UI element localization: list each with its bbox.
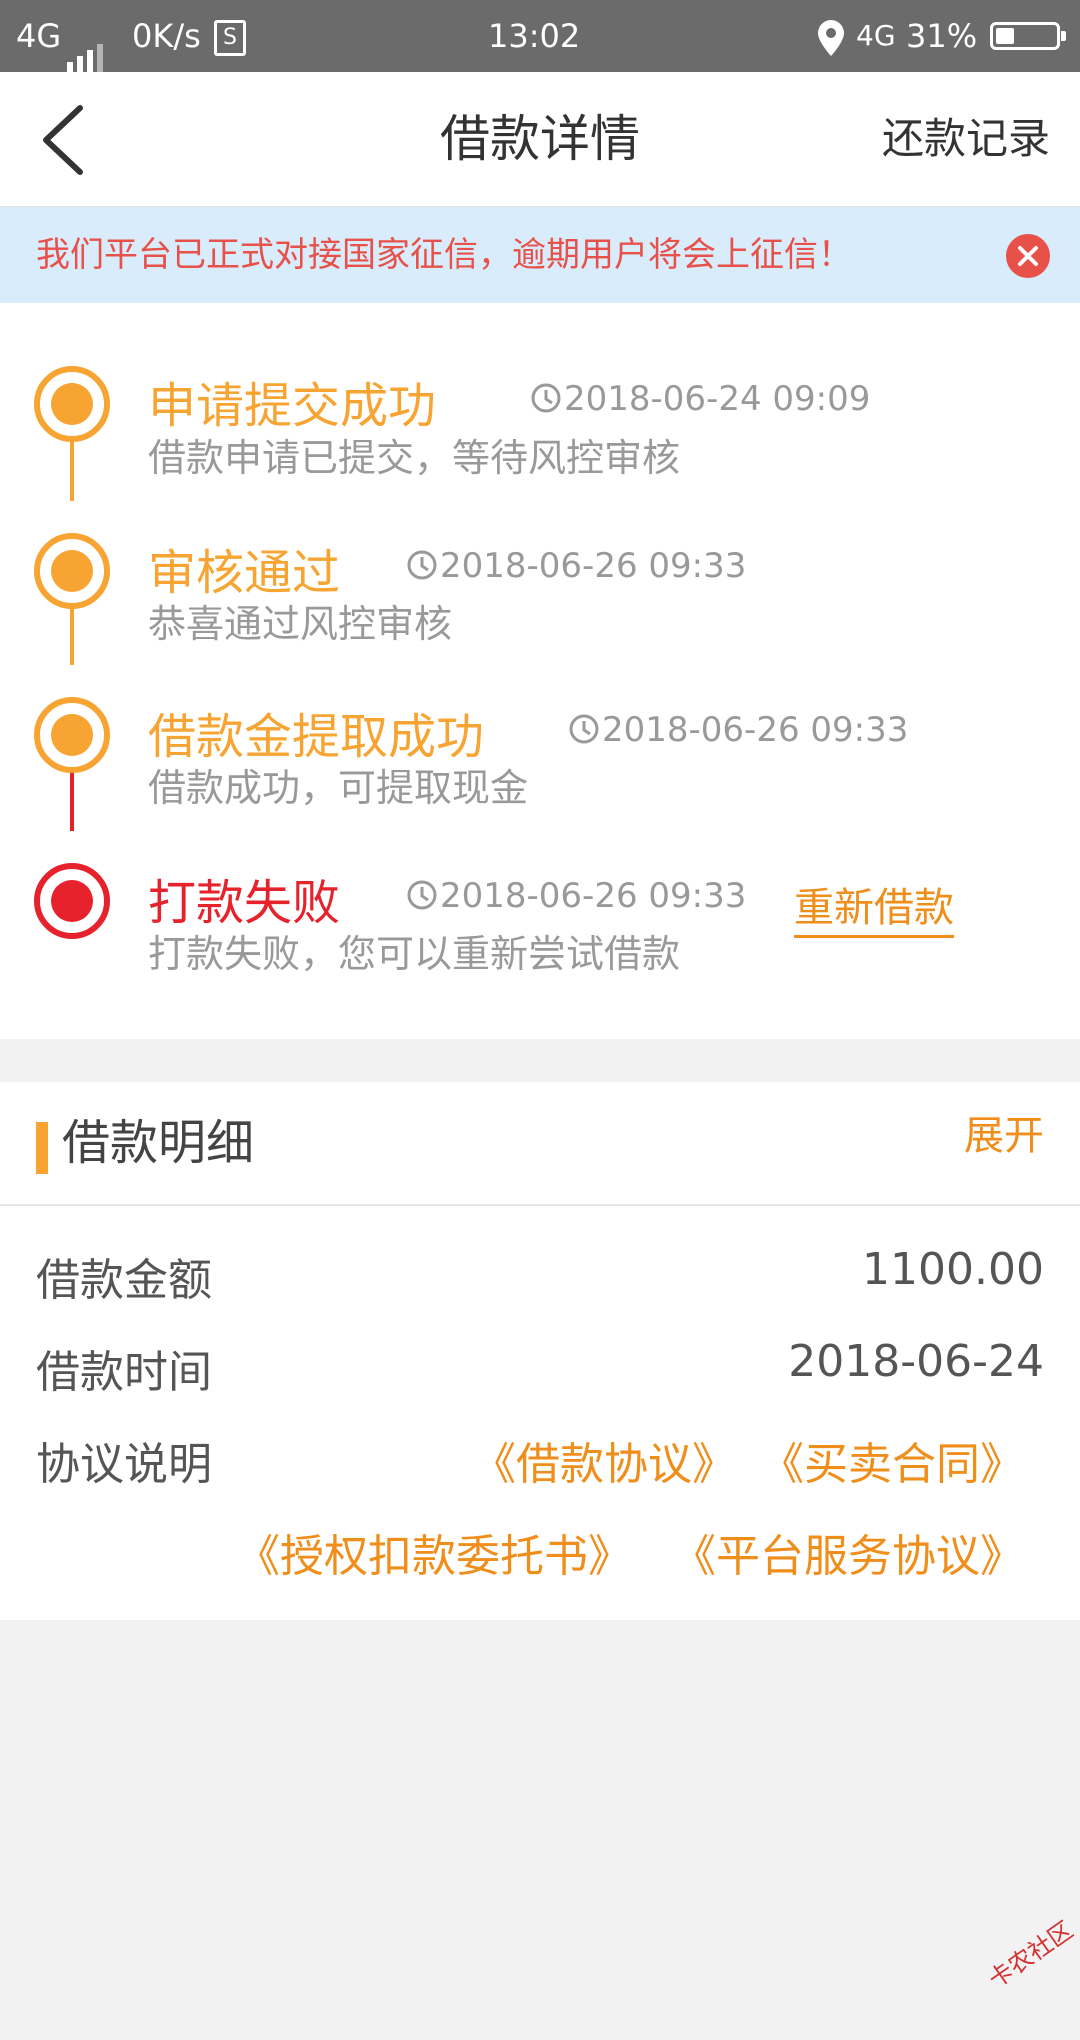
clock-icon <box>531 383 561 413</box>
loan-date-label: 借款时间 <box>36 1347 212 1398</box>
expand-button[interactable]: 展开 <box>964 1082 1044 1190</box>
battery-icon <box>990 22 1066 50</box>
back-arrow-icon[interactable] <box>28 100 108 180</box>
timeline-dot-done <box>34 533 110 609</box>
loan-details-card: 借款明细 展开 借款金额 1100.00 借款时间 2018-06-24 协议说… <box>0 1082 1080 1620</box>
agreement-label: 协议说明 <box>36 1439 212 1490</box>
platform-service-agreement-link[interactable]: 《平台服务协议》 <box>672 1520 1024 1584</box>
step-title: 申请提交成功 <box>148 378 437 434</box>
credit-notice-banner: 我们平台已正式对接国家征信，逾期用户将会上征信！ <box>0 207 1080 303</box>
network-type: 4G <box>16 17 62 55</box>
step-description: 打款失败，您可以重新尝试借款 <box>148 932 681 976</box>
loan-date-value: 2018-06-24 <box>788 1336 1044 1387</box>
close-icon[interactable] <box>1006 234 1050 278</box>
step-description: 借款成功，可提取现金 <box>148 766 529 810</box>
battery-percent: 31% <box>906 17 978 55</box>
loan-agreement-link[interactable]: 《借款协议》 <box>472 1428 736 1492</box>
clock-icon <box>407 550 437 580</box>
section-accent-bar <box>36 1122 48 1174</box>
loan-amount-value: 1100.00 <box>862 1244 1044 1295</box>
notice-text: 我们平台已正式对接国家征信，逾期用户将会上征信！ <box>36 235 852 275</box>
watermark: 卡农社区 <box>983 1915 1079 1994</box>
clock-icon <box>407 880 437 910</box>
repayment-records-button[interactable]: 还款记录 <box>882 72 1050 206</box>
clock: 13:02 <box>488 17 581 55</box>
signal-icon <box>67 2 107 74</box>
step-time: 2018-06-26 09:33 <box>406 876 746 916</box>
timeline-dot-done <box>34 366 110 442</box>
network-type-right: 4G <box>856 19 896 52</box>
debit-authorization-link[interactable]: 《授权扣款委托书》 <box>236 1520 632 1584</box>
nav-bar: 借款详情 还款记录 <box>0 72 1080 207</box>
clock-icon <box>569 714 599 744</box>
network-speed: 0K/s <box>132 17 201 55</box>
sim-icon: S <box>214 0 246 72</box>
status-bar: 4G 0K/s S 13:02 4G 31% <box>0 0 1080 74</box>
step-time: 2018-06-26 09:33 <box>406 546 746 586</box>
reapply-loan-button[interactable]: 重新借款 <box>794 875 954 938</box>
loan-amount-label: 借款金额 <box>36 1255 212 1306</box>
step-time: 2018-06-24 09:09 <box>530 379 870 419</box>
network-indicator: 4G <box>16 0 107 74</box>
step-time: 2018-06-26 09:33 <box>568 710 908 750</box>
section-title: 借款明细 <box>62 1115 255 1171</box>
step-description: 恭喜通过风控审核 <box>148 602 453 646</box>
sales-contract-link[interactable]: 《买卖合同》 <box>760 1428 1024 1492</box>
loan-progress-timeline: 申请提交成功 2018-06-24 09:09 借款申请已提交，等待风控审核 审… <box>0 303 1080 1039</box>
step-description: 借款申请已提交，等待风控审核 <box>148 436 681 480</box>
timeline-dot-done <box>34 697 110 773</box>
timeline-dot-failed <box>34 863 110 939</box>
loan-details-header: 借款明细 展开 <box>0 1082 1080 1206</box>
location-icon <box>818 0 844 72</box>
